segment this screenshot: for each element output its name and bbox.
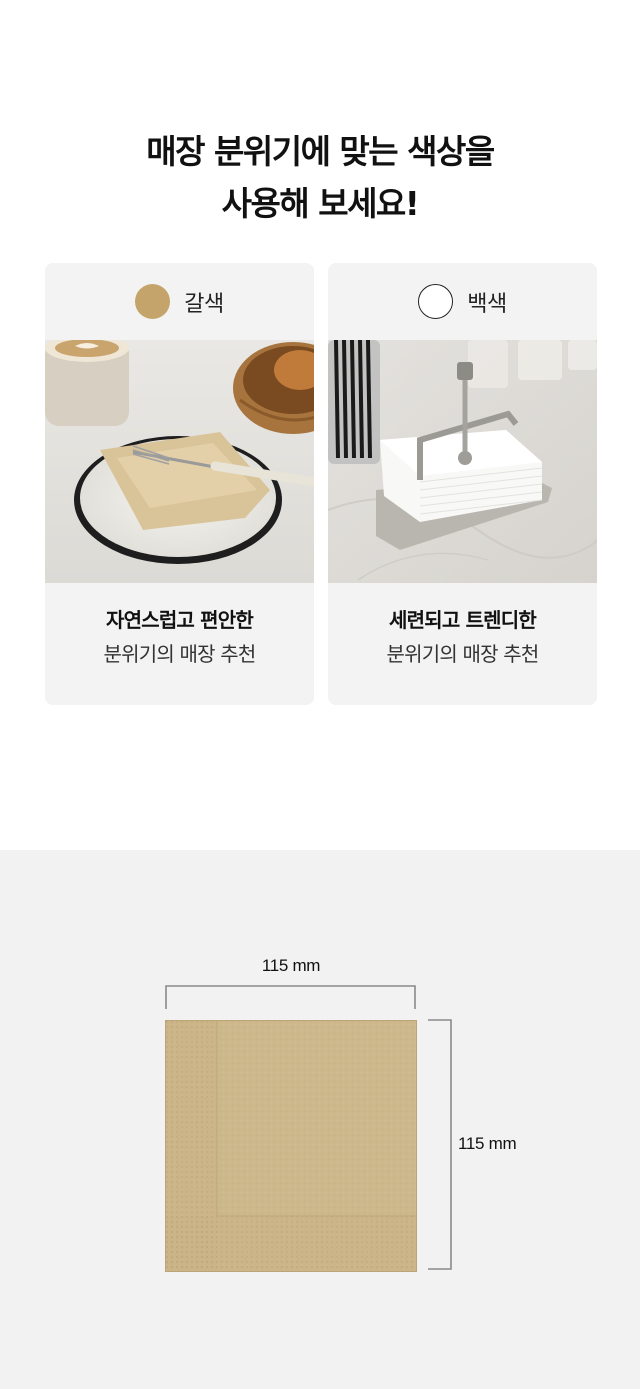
desc-strong: 세련되고 트렌디한 bbox=[389, 608, 537, 632]
brown-swatch-icon bbox=[135, 284, 171, 319]
white-napkin-photo bbox=[328, 340, 597, 583]
card-description: 세련되고 트렌디한 분위기의 매장 추천 bbox=[328, 603, 597, 671]
desc-normal: 분위기의 매장 추천 bbox=[386, 642, 540, 666]
card-description: 자연스럽고 편안한 분위기의 매장 추천 bbox=[45, 603, 314, 671]
card-header: 백색 bbox=[328, 263, 597, 340]
desc-strong: 자연스럽고 편안한 bbox=[106, 608, 254, 632]
color-card-white: 백색 세련되고 트렌디한 분위기의 매장 추천 bbox=[328, 263, 597, 705]
color-name-label: 갈색 bbox=[184, 291, 224, 317]
desc-normal: 분위기의 매장 추천 bbox=[103, 642, 257, 666]
color-name-label: 백색 bbox=[467, 291, 507, 317]
white-swatch-icon bbox=[418, 284, 454, 319]
height-dimension-label: 115 mm bbox=[458, 1134, 517, 1153]
color-section: 매장 분위기에 맞는 색상을 사용해 보세요! 갈색 자연스럽고 편안한 분위기… bbox=[0, 0, 640, 850]
section-headline: 매장 분위기에 맞는 색상을 사용해 보세요! bbox=[0, 126, 640, 230]
size-section: 115 mm 115 mm bbox=[0, 850, 640, 1389]
headline-line-1: 매장 분위기에 맞는 색상을 bbox=[146, 132, 495, 171]
headline-line-2: 사용해 보세요! bbox=[221, 184, 420, 223]
card-header: 갈색 bbox=[45, 263, 314, 340]
color-card-brown: 갈색 자연스럽고 편안한 분위기의 매장 추천 bbox=[45, 263, 314, 705]
napkin-sample-image bbox=[165, 1020, 417, 1272]
brown-napkin-photo bbox=[45, 340, 314, 583]
